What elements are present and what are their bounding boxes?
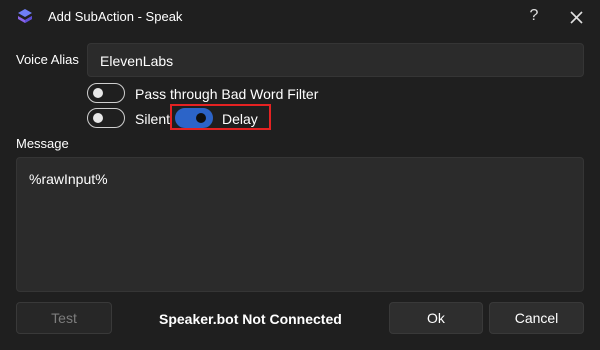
toggle-knob	[196, 113, 206, 123]
voice-alias-label: Voice Alias	[16, 52, 79, 67]
toggle-knob	[93, 113, 103, 123]
cancel-button[interactable]: Cancel	[489, 302, 584, 334]
window-title: Add SubAction - Speak	[48, 9, 183, 24]
message-textarea[interactable]: %rawInput%	[16, 157, 584, 292]
voice-alias-input[interactable]: ElevenLabs	[87, 43, 584, 77]
ok-button[interactable]: Ok	[389, 302, 483, 334]
bad-word-filter-label: Pass through Bad Word Filter	[135, 86, 319, 102]
help-button[interactable]: ?	[522, 4, 546, 28]
bad-word-filter-toggle[interactable]	[87, 83, 125, 103]
title-bar: Add SubAction - Speak ?	[0, 0, 600, 34]
test-button[interactable]: Test	[16, 302, 112, 334]
connection-status: Speaker.bot Not Connected	[159, 311, 342, 327]
message-label: Message	[16, 136, 69, 151]
toggle-knob	[93, 88, 103, 98]
delay-toggle[interactable]	[175, 108, 213, 128]
streamerbot-logo-icon	[18, 9, 32, 23]
close-icon[interactable]	[563, 5, 589, 29]
silent-toggle[interactable]	[87, 108, 125, 128]
voice-alias-value: ElevenLabs	[100, 53, 174, 69]
message-value: %rawInput%	[29, 171, 108, 187]
silent-label: Silent	[135, 111, 171, 127]
delay-label: Delay	[222, 111, 258, 127]
